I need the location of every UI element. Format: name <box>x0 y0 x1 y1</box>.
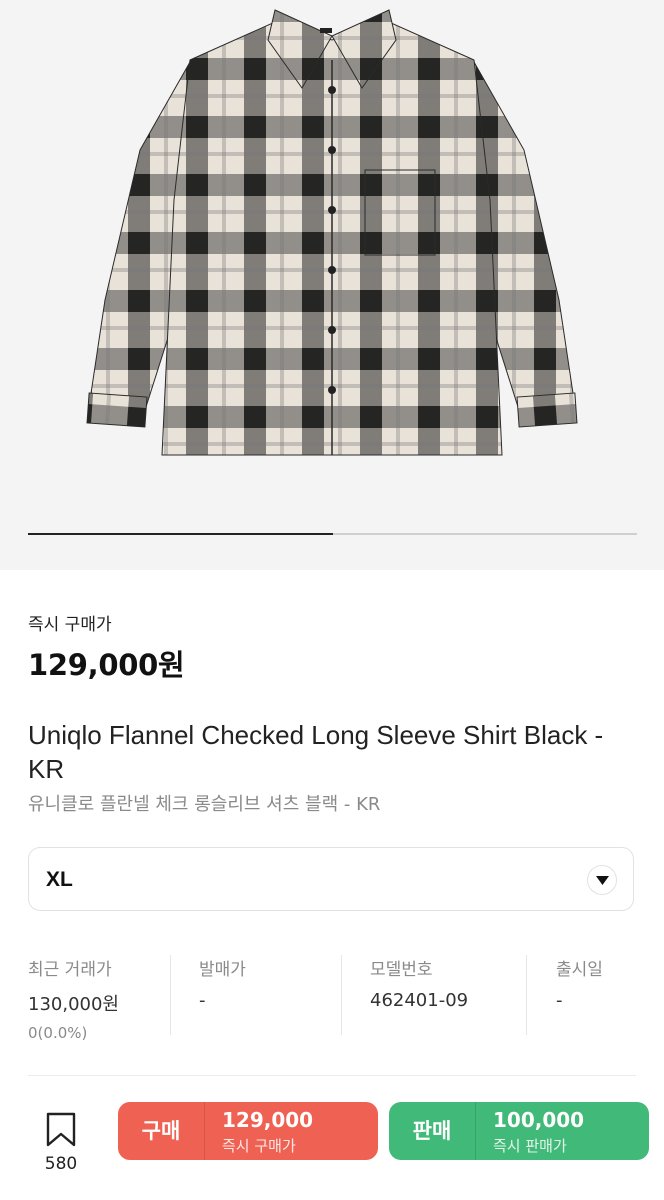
stat-release-date: 출시일 - <box>556 955 636 1035</box>
product-image-gallery[interactable] <box>0 0 664 570</box>
stat-divider <box>341 955 342 1035</box>
sell-button-label: 판매 <box>412 1119 452 1143</box>
divider <box>28 1075 636 1076</box>
stat-label: 발매가 <box>199 960 246 980</box>
chevron-down-icon <box>587 865 617 895</box>
stat-divider <box>170 955 171 1035</box>
instant-buy-price: 129,000원 <box>28 648 185 682</box>
stat-value: 462401-09 <box>370 990 469 1011</box>
sell-button-sublabel: 즉시 판매가 <box>493 1137 567 1155</box>
sell-button-price: 100,000 <box>493 1108 585 1132</box>
selected-size: XL <box>46 868 73 891</box>
gallery-progress-track <box>28 533 637 535</box>
sell-button[interactable]: 판매 100,000 즉시 판매가 <box>389 1102 649 1160</box>
buy-button-label: 구매 <box>141 1119 181 1143</box>
stat-divider <box>526 955 527 1035</box>
bookmark-button[interactable]: 580 <box>38 1112 84 1174</box>
stat-value: - <box>199 990 206 1011</box>
stat-model-number: 모델번호 462401-09 <box>370 955 520 1035</box>
buy-button[interactable]: 구매 129,000 즉시 구매가 <box>118 1102 378 1160</box>
stat-label: 모델번호 <box>370 960 433 980</box>
product-stats: 최근 거래가 130,000원 0(0.0%) 발매가 - 모델번호 46240… <box>28 955 636 1042</box>
button-separator <box>204 1102 205 1160</box>
product-subtitle: 유니클로 플란넬 체크 롱슬리브 셔츠 블랙 - KR <box>28 794 381 815</box>
product-image <box>86 9 578 456</box>
product-title: Uniqlo Flannel Checked Long Sleeve Shirt… <box>28 720 604 784</box>
stat-recent-price: 최근 거래가 130,000원 0(0.0%) <box>28 955 168 1042</box>
buy-button-sublabel: 즉시 구매가 <box>222 1137 296 1155</box>
bookmark-icon <box>46 1112 76 1147</box>
stat-change: 0(0.0%) <box>28 1024 88 1042</box>
size-selector[interactable]: XL <box>28 847 634 911</box>
stat-value: - <box>556 990 563 1011</box>
buy-button-price: 129,000 <box>222 1108 314 1132</box>
instant-buy-price-label: 즉시 구매가 <box>28 615 112 635</box>
gallery-progress-fill <box>28 533 333 535</box>
stat-value: 130,000원 <box>28 994 119 1015</box>
button-separator <box>475 1102 476 1160</box>
stat-label: 최근 거래가 <box>28 960 112 980</box>
stat-release-price: 발매가 - <box>199 955 339 1035</box>
stat-label: 출시일 <box>556 960 603 980</box>
bookmark-count: 580 <box>44 1154 78 1174</box>
